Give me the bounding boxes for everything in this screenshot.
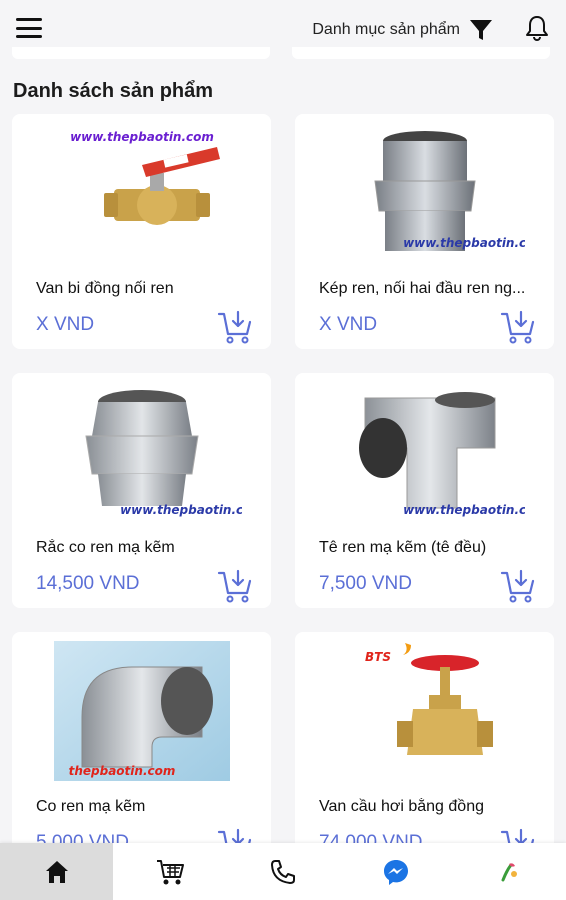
home-icon[interactable]	[43, 858, 71, 886]
product-image: www.thepbaotin.com	[295, 373, 554, 533]
elbow-fitting-image: thepbaotin.com	[53, 641, 230, 781]
phone-icon[interactable]	[269, 858, 297, 886]
product-price: 7,500 VND	[319, 573, 412, 594]
product-name[interactable]: Kép ren, nối hai đầu ren ng...	[319, 280, 542, 298]
product-image: www.thepbaotin.com	[12, 114, 271, 274]
globe-valve-image: BTS	[365, 643, 493, 755]
add-to-cart-icon[interactable]	[217, 569, 253, 605]
product-card[interactable]: www.thepbaotin.com Kép ren, nối hai đầu …	[295, 114, 554, 349]
cart-icon[interactable]	[155, 857, 185, 887]
messenger-icon[interactable]	[382, 858, 410, 886]
product-card[interactable]: www.thepbaotin.com Van bi đồng nối ren X…	[12, 114, 271, 349]
product-image: BTS	[295, 632, 554, 792]
add-to-cart-icon[interactable]	[500, 310, 536, 346]
nav-messenger[interactable]	[340, 843, 453, 900]
category-label[interactable]: Danh mục sản phẩm	[312, 21, 460, 39]
product-card[interactable]: thepbaotin.com Co ren mạ kẽm 5,000 VND	[12, 632, 271, 867]
product-name[interactable]: Van bi đồng nối ren	[36, 280, 259, 298]
union-fitting-image: www.thepbaotin.com	[84, 390, 242, 517]
product-watermark: www.thepbaotin.com	[403, 503, 525, 517]
bottom-nav	[0, 843, 566, 900]
nav-phone[interactable]	[226, 843, 339, 900]
category-card-partial	[12, 47, 270, 59]
product-image: www.thepbaotin.com	[12, 373, 271, 533]
nav-cart[interactable]	[113, 843, 226, 900]
filter-icon[interactable]	[468, 17, 494, 43]
product-price: X VND	[319, 314, 378, 335]
add-to-cart-icon[interactable]	[500, 569, 536, 605]
product-watermark: BTS	[365, 650, 391, 664]
product-card[interactable]: www.thepbaotin.com Rắc co ren mạ kẽm 14,…	[12, 373, 271, 608]
product-name[interactable]: Van cầu hơi bằng đồng	[319, 798, 542, 816]
product-name[interactable]: Tê ren mạ kẽm (tê đều)	[319, 539, 542, 557]
product-watermark: thepbaotin.com	[68, 764, 175, 778]
product-image: thepbaotin.com	[12, 632, 271, 792]
category-card-partial	[292, 47, 550, 59]
product-card[interactable]: BTS Van cầu hơi bằng đồng 74,000 VND	[295, 632, 554, 867]
nav-zalo[interactable]	[453, 843, 566, 900]
product-watermark: www.thepbaotin.com	[120, 503, 242, 517]
product-grid: www.thepbaotin.com Van bi đồng nối ren X…	[12, 114, 554, 867]
product-watermark: www.thepbaotin.com	[70, 130, 214, 144]
product-image: www.thepbaotin.com	[295, 114, 554, 274]
product-price: 14,500 VND	[36, 573, 140, 594]
notification-bell[interactable]	[524, 14, 550, 42]
product-watermark: www.thepbaotin.com	[403, 236, 525, 250]
tee-fitting-image: www.thepbaotin.com	[358, 392, 525, 517]
product-name[interactable]: Co ren mạ kẽm	[36, 798, 259, 816]
add-to-cart-icon[interactable]	[217, 310, 253, 346]
ball-valve-image: www.thepbaotin.com	[70, 130, 220, 225]
bell-icon[interactable]	[524, 14, 550, 42]
product-price: X VND	[36, 314, 95, 335]
product-name[interactable]: Rắc co ren mạ kẽm	[36, 539, 259, 557]
hex-nipple-image: www.thepbaotin.com	[373, 131, 525, 251]
category-filter[interactable]: Danh mục sản phẩm	[312, 17, 494, 43]
zalo-icon[interactable]	[497, 860, 521, 884]
nav-home[interactable]	[0, 843, 114, 900]
section-title: Danh sách sản phẩm	[13, 80, 214, 102]
menu-icon[interactable]	[16, 16, 42, 40]
product-card[interactable]: www.thepbaotin.com Tê ren mạ kẽm (tê đều…	[295, 373, 554, 608]
